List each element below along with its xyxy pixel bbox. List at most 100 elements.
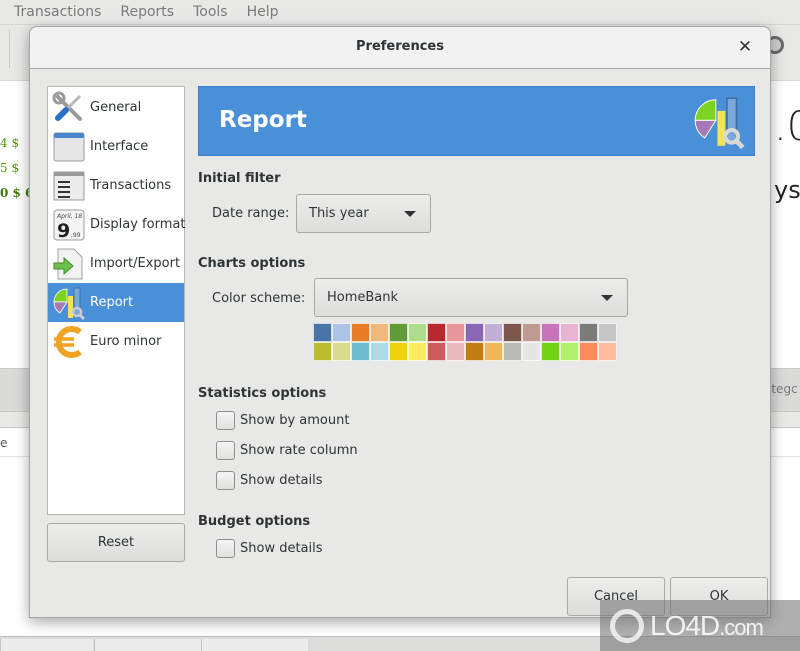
color-swatch	[503, 323, 522, 342]
watermark-logo-icon	[610, 608, 644, 643]
color-swatch	[598, 342, 617, 361]
sidebar-item-report[interactable]: Report	[48, 283, 184, 322]
show-rate-column-checkbox[interactable]: Show rate column	[216, 441, 358, 460]
app-menubar: Transactions Reports Tools Help	[0, 0, 800, 24]
reset-button[interactable]: Reset	[47, 523, 185, 562]
dialog-titlebar[interactable]: Preferences ✕	[30, 27, 770, 69]
watermark-text: LO4D.com	[650, 610, 764, 642]
color-swatch	[541, 323, 560, 342]
date-range-label: Date range:	[212, 206, 290, 221]
bg-subtext: ys	[774, 176, 800, 204]
sidebar-item-label: Euro minor	[90, 334, 162, 349]
status-cell	[0, 639, 93, 651]
color-swatch	[522, 323, 541, 342]
color-swatch	[465, 323, 484, 342]
report-chart-icon	[52, 286, 86, 320]
window-icon	[52, 130, 86, 164]
sidebar-item-general[interactable]: General	[48, 88, 184, 127]
sidebar-item-interface[interactable]: Interface	[48, 127, 184, 166]
sidebar-item-label: Transactions	[90, 178, 172, 193]
import-export-icon	[52, 247, 86, 281]
color-swatch	[332, 323, 351, 342]
dialog-title: Preferences	[356, 39, 444, 54]
color-swatch	[389, 323, 408, 342]
color-scheme-value: HomeBank	[327, 290, 399, 305]
bg-big-number: .0	[774, 104, 800, 150]
color-swatch	[446, 342, 465, 361]
color-swatch	[522, 342, 541, 361]
watermark-suffix: .com	[719, 614, 764, 640]
page-title: Report	[219, 107, 307, 133]
color-scheme-select[interactable]: HomeBank	[314, 278, 628, 317]
color-swatch	[370, 342, 389, 361]
sidebar-item-label: Import/Export	[90, 256, 181, 271]
bg-list-text: e	[0, 436, 8, 450]
sidebar-item-label: General	[90, 100, 142, 115]
color-swatch	[598, 323, 617, 342]
color-swatch	[560, 323, 579, 342]
date-range-select[interactable]: This year	[296, 194, 431, 233]
page-banner: Report	[198, 86, 755, 156]
sidebar-item-label: Report	[90, 295, 134, 310]
color-swatch	[503, 342, 522, 361]
checkbox-box[interactable]	[216, 471, 235, 490]
color-palette-preview	[313, 323, 617, 361]
checkbox-box[interactable]	[216, 441, 235, 460]
color-swatch	[427, 323, 446, 342]
statistics-show-details-checkbox[interactable]: Show details	[216, 471, 323, 490]
color-swatch	[579, 323, 598, 342]
section-budget-options: Budget options	[198, 514, 311, 529]
color-swatch	[427, 342, 446, 361]
color-swatch	[313, 323, 332, 342]
sidebar-item-import-export[interactable]: Import/Export	[48, 244, 184, 283]
color-swatch	[332, 342, 351, 361]
menu-reports[interactable]: Reports	[120, 4, 174, 20]
chevron-down-icon	[404, 211, 416, 217]
date-range-value: This year	[309, 206, 369, 221]
color-swatch	[408, 323, 427, 342]
calendar-number-icon: April, 18 9 ,99	[52, 208, 86, 242]
color-swatch	[313, 342, 332, 361]
checkbox-label: Show by amount	[240, 413, 350, 428]
color-swatch	[465, 342, 484, 361]
checkbox-label: Show details	[240, 541, 323, 556]
toolbar-separator	[9, 30, 10, 68]
status-cell	[201, 639, 308, 651]
checkbox-label: Show details	[240, 473, 323, 488]
checkbox-box[interactable]	[216, 411, 235, 430]
section-statistics-options: Statistics options	[198, 386, 327, 401]
menu-help[interactable]: Help	[247, 4, 279, 20]
svg-text:9: 9	[57, 220, 70, 242]
sidebar-item-display-format[interactable]: April, 18 9 ,99 Display format	[48, 205, 186, 244]
report-chart-icon	[692, 95, 746, 150]
checkbox-box[interactable]	[216, 539, 235, 558]
color-swatch	[370, 323, 389, 342]
color-swatch	[541, 342, 560, 361]
close-button[interactable]: ✕	[734, 36, 756, 58]
color-swatch	[446, 323, 465, 342]
chevron-down-icon	[601, 295, 613, 301]
euro-icon	[52, 325, 86, 359]
sidebar-item-label: Display format	[90, 217, 186, 232]
status-cell	[94, 639, 201, 651]
preferences-dialog: Preferences ✕ General Interface Transact…	[29, 26, 771, 618]
tools-icon	[52, 91, 86, 125]
show-by-amount-checkbox[interactable]: Show by amount	[216, 411, 349, 430]
color-swatch	[351, 323, 370, 342]
menu-tools[interactable]: Tools	[193, 4, 228, 20]
bg-amount: 4 $	[0, 136, 20, 150]
sidebar-item-transactions[interactable]: Transactions	[48, 166, 184, 205]
section-charts-options: Charts options	[198, 256, 306, 271]
watermark: LO4D.com	[600, 600, 800, 651]
close-icon: ✕	[737, 37, 753, 57]
color-swatch	[484, 323, 503, 342]
menu-transactions[interactable]: Transactions	[14, 4, 101, 20]
svg-text:,99: ,99	[71, 232, 81, 239]
color-swatch	[484, 342, 503, 361]
budget-show-details-checkbox[interactable]: Show details	[216, 539, 323, 558]
color-swatch	[389, 342, 408, 361]
preferences-sidebar: General Interface Transactions April, 18…	[47, 86, 185, 515]
sidebar-item-euro-minor[interactable]: Euro minor	[48, 322, 184, 361]
svg-text:April, 18: April, 18	[56, 213, 82, 220]
color-swatch	[408, 342, 427, 361]
